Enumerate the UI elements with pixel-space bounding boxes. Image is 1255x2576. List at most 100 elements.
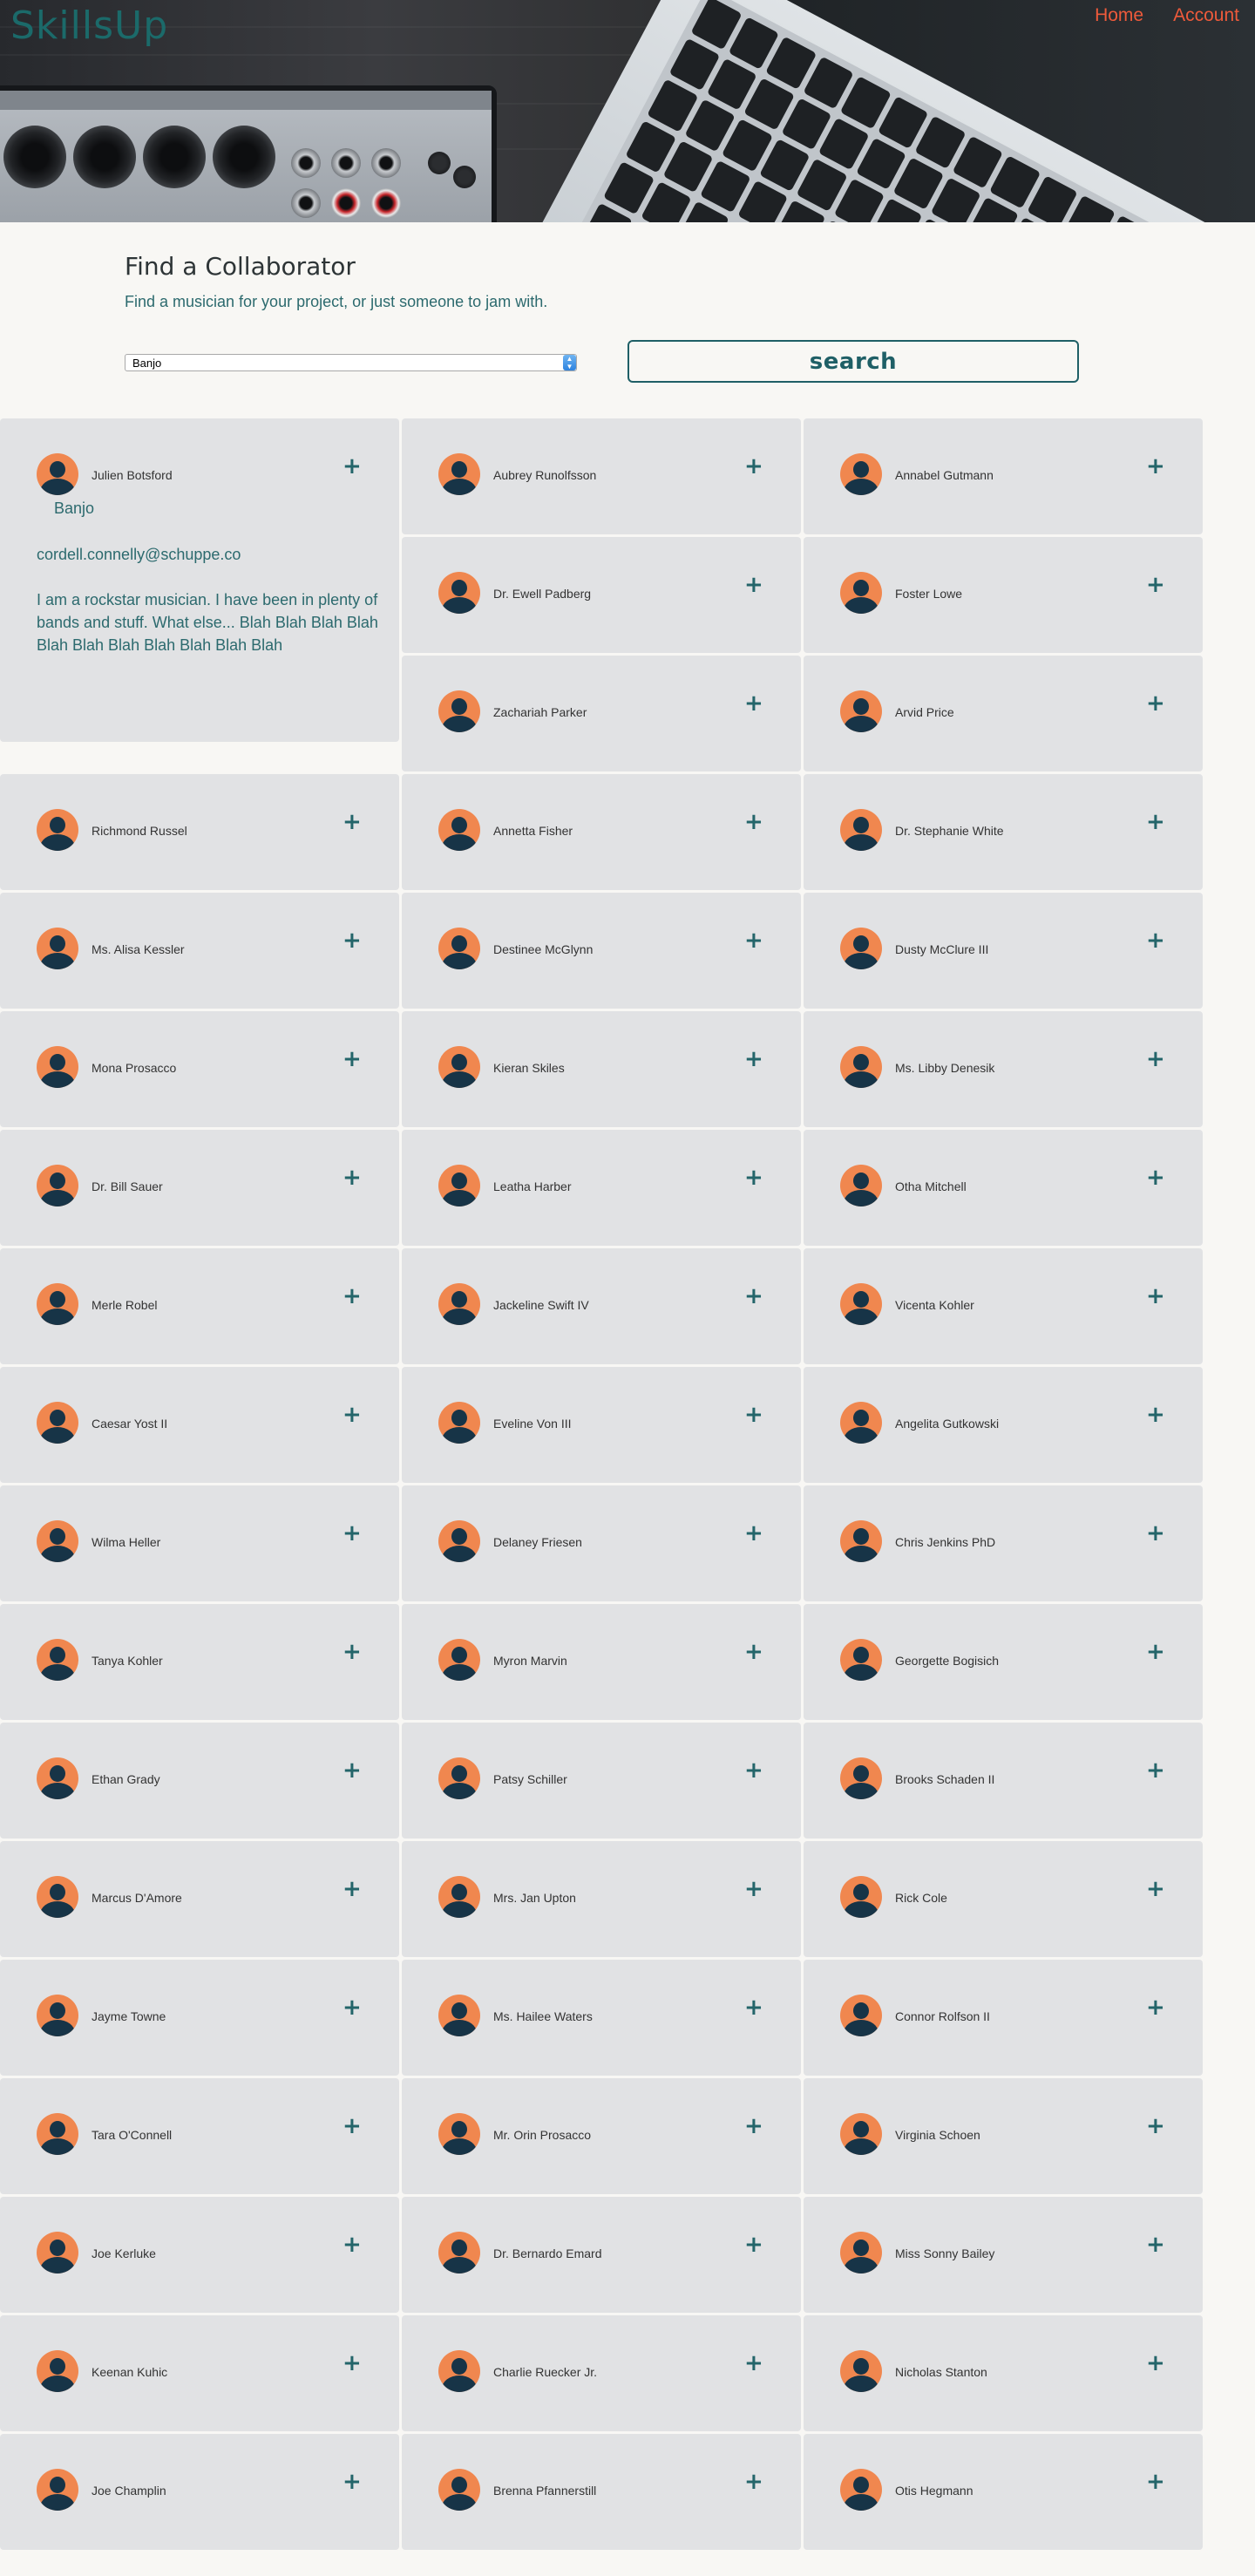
collaborator-card[interactable]: Mrs. Jan Upton + — [402, 1841, 801, 1957]
collaborator-card[interactable]: Myron Marvin + — [402, 1604, 801, 1720]
add-collaborator-icon[interactable]: + — [744, 1996, 763, 2019]
add-collaborator-icon[interactable]: + — [744, 1641, 763, 1663]
add-collaborator-icon[interactable]: + — [343, 1404, 362, 1426]
collaborator-card[interactable]: Joe Champlin + — [0, 2434, 399, 2550]
collaborator-card[interactable]: Wilma Heller + — [0, 1485, 399, 1601]
add-collaborator-icon[interactable]: + — [1146, 692, 1165, 715]
collaborator-card[interactable]: Richmond Russel + — [0, 774, 399, 890]
collaborator-card[interactable]: Ethan Grady + — [0, 1723, 399, 1839]
collaborator-card[interactable]: Foster Lowe + — [804, 537, 1203, 653]
add-collaborator-icon[interactable]: + — [744, 1166, 763, 1189]
collaborator-card[interactable]: Dr. Stephanie White + — [804, 774, 1203, 890]
nav-account-link[interactable]: Account — [1173, 5, 1239, 26]
add-collaborator-icon[interactable]: + — [343, 1048, 362, 1071]
add-collaborator-icon[interactable]: + — [744, 2352, 763, 2375]
add-collaborator-icon[interactable]: + — [1146, 1048, 1165, 1071]
add-collaborator-icon[interactable]: + — [1146, 1404, 1165, 1426]
collaborator-card[interactable]: Marcus D'Amore + — [0, 1841, 399, 1957]
collaborator-card[interactable]: Caesar Yost II + — [0, 1367, 399, 1483]
collaborator-card[interactable]: Mona Prosacco + — [0, 1011, 399, 1127]
add-collaborator-icon[interactable]: + — [1146, 1878, 1165, 1900]
add-collaborator-icon[interactable]: + — [343, 1166, 362, 1189]
collaborator-card[interactable]: Connor Rolfson II + — [804, 1960, 1203, 2076]
collaborator-card[interactable]: Nicholas Stanton + — [804, 2315, 1203, 2431]
collaborator-card[interactable]: Jackeline Swift IV + — [402, 1248, 801, 1364]
add-collaborator-icon[interactable]: + — [744, 929, 763, 952]
add-collaborator-icon[interactable]: + — [1146, 2471, 1165, 2493]
search-button[interactable]: search — [628, 340, 1079, 383]
add-collaborator-icon[interactable]: + — [1146, 2233, 1165, 2256]
collaborator-card[interactable]: Tanya Kohler + — [0, 1604, 399, 1720]
site-logo[interactable]: SkillsUp — [10, 3, 168, 48]
add-collaborator-icon[interactable]: + — [744, 2471, 763, 2493]
add-collaborator-icon[interactable]: + — [744, 1048, 763, 1071]
collaborator-card[interactable]: Virginia Schoen + — [804, 2078, 1203, 2194]
add-collaborator-icon[interactable]: + — [1146, 929, 1165, 952]
add-collaborator-icon[interactable]: + — [1146, 1641, 1165, 1663]
add-collaborator-icon[interactable]: + — [343, 1641, 362, 1663]
collaborator-card[interactable]: Charlie Ruecker Jr. + — [402, 2315, 801, 2431]
add-collaborator-icon[interactable]: + — [343, 1996, 362, 2019]
collaborator-card[interactable]: Jayme Towne + — [0, 1960, 399, 2076]
collaborator-card[interactable]: Dusty McClure III + — [804, 893, 1203, 1009]
collaborator-card[interactable]: Destinee McGlynn + — [402, 893, 801, 1009]
collaborator-card[interactable]: Merle Robel + — [0, 1248, 399, 1364]
add-collaborator-icon[interactable]: + — [343, 455, 362, 478]
add-collaborator-icon[interactable]: + — [744, 2115, 763, 2138]
collaborator-card[interactable]: Miss Sonny Bailey + — [804, 2197, 1203, 2313]
collaborator-card[interactable]: Rick Cole + — [804, 1841, 1203, 1957]
add-collaborator-icon[interactable]: + — [744, 574, 763, 596]
collaborator-card[interactable]: Delaney Friesen + — [402, 1485, 801, 1601]
add-collaborator-icon[interactable]: + — [1146, 455, 1165, 478]
add-collaborator-icon[interactable]: + — [744, 1404, 763, 1426]
collaborator-card-expanded[interactable]: Julien Botsford + Banjo cordell.connelly… — [0, 418, 399, 742]
add-collaborator-icon[interactable]: + — [1146, 2352, 1165, 2375]
add-collaborator-icon[interactable]: + — [744, 1759, 763, 1782]
add-collaborator-icon[interactable]: + — [343, 1878, 362, 1900]
collaborator-card[interactable]: Tara O'Connell + — [0, 2078, 399, 2194]
collaborator-card[interactable]: Aubrey Runolfsson + — [402, 418, 801, 534]
add-collaborator-icon[interactable]: + — [343, 2233, 362, 2256]
add-collaborator-icon[interactable]: + — [343, 1759, 362, 1782]
collaborator-card[interactable]: Mr. Orin Prosacco + — [402, 2078, 801, 2194]
add-collaborator-icon[interactable]: + — [1146, 1166, 1165, 1189]
collaborator-card[interactable]: Dr. Bernardo Emard + — [402, 2197, 801, 2313]
add-collaborator-icon[interactable]: + — [343, 929, 362, 952]
collaborator-card[interactable]: Ms. Hailee Waters + — [402, 1960, 801, 2076]
collaborator-card[interactable]: Zachariah Parker + — [402, 656, 801, 771]
collaborator-card[interactable]: Brooks Schaden II + — [804, 1723, 1203, 1839]
collaborator-card[interactable]: Joe Kerluke + — [0, 2197, 399, 2313]
collaborator-card[interactable]: Dr. Bill Sauer + — [0, 1130, 399, 1246]
add-collaborator-icon[interactable]: + — [343, 1522, 362, 1545]
nav-home-link[interactable]: Home — [1095, 5, 1143, 26]
collaborator-card[interactable]: Dr. Ewell Padberg + — [402, 537, 801, 653]
add-collaborator-icon[interactable]: + — [1146, 2115, 1165, 2138]
add-collaborator-icon[interactable]: + — [744, 692, 763, 715]
collaborator-card[interactable]: Annabel Gutmann + — [804, 418, 1203, 534]
collaborator-card[interactable]: Arvid Price + — [804, 656, 1203, 771]
add-collaborator-icon[interactable]: + — [1146, 811, 1165, 833]
collaborator-email[interactable]: cordell.connelly@schuppe.co — [37, 546, 241, 564]
collaborator-card[interactable]: Annetta Fisher + — [402, 774, 801, 890]
add-collaborator-icon[interactable]: + — [744, 455, 763, 478]
collaborator-card[interactable]: Eveline Von III + — [402, 1367, 801, 1483]
collaborator-card[interactable]: Georgette Bogisich + — [804, 1604, 1203, 1720]
collaborator-card[interactable]: Patsy Schiller + — [402, 1723, 801, 1839]
add-collaborator-icon[interactable]: + — [343, 1285, 362, 1308]
collaborator-card[interactable]: Otha Mitchell + — [804, 1130, 1203, 1246]
add-collaborator-icon[interactable]: + — [1146, 1285, 1165, 1308]
collaborator-card[interactable]: Chris Jenkins PhD + — [804, 1485, 1203, 1601]
add-collaborator-icon[interactable]: + — [1146, 1522, 1165, 1545]
collaborator-card[interactable]: Ms. Libby Denesik + — [804, 1011, 1203, 1127]
collaborator-card[interactable]: Vicenta Kohler + — [804, 1248, 1203, 1364]
collaborator-card[interactable]: Angelita Gutkowski + — [804, 1367, 1203, 1483]
collaborator-card[interactable]: Otis Hegmann + — [804, 2434, 1203, 2550]
collaborator-card[interactable]: Kieran Skiles + — [402, 1011, 801, 1127]
add-collaborator-icon[interactable]: + — [343, 2115, 362, 2138]
add-collaborator-icon[interactable]: + — [744, 1285, 763, 1308]
instrument-select[interactable]: Banjo ▲ ▼ — [125, 354, 577, 371]
add-collaborator-icon[interactable]: + — [744, 811, 763, 833]
collaborator-card[interactable]: Leatha Harber + — [402, 1130, 801, 1246]
collaborator-card[interactable]: Keenan Kuhic + — [0, 2315, 399, 2431]
add-collaborator-icon[interactable]: + — [744, 2233, 763, 2256]
